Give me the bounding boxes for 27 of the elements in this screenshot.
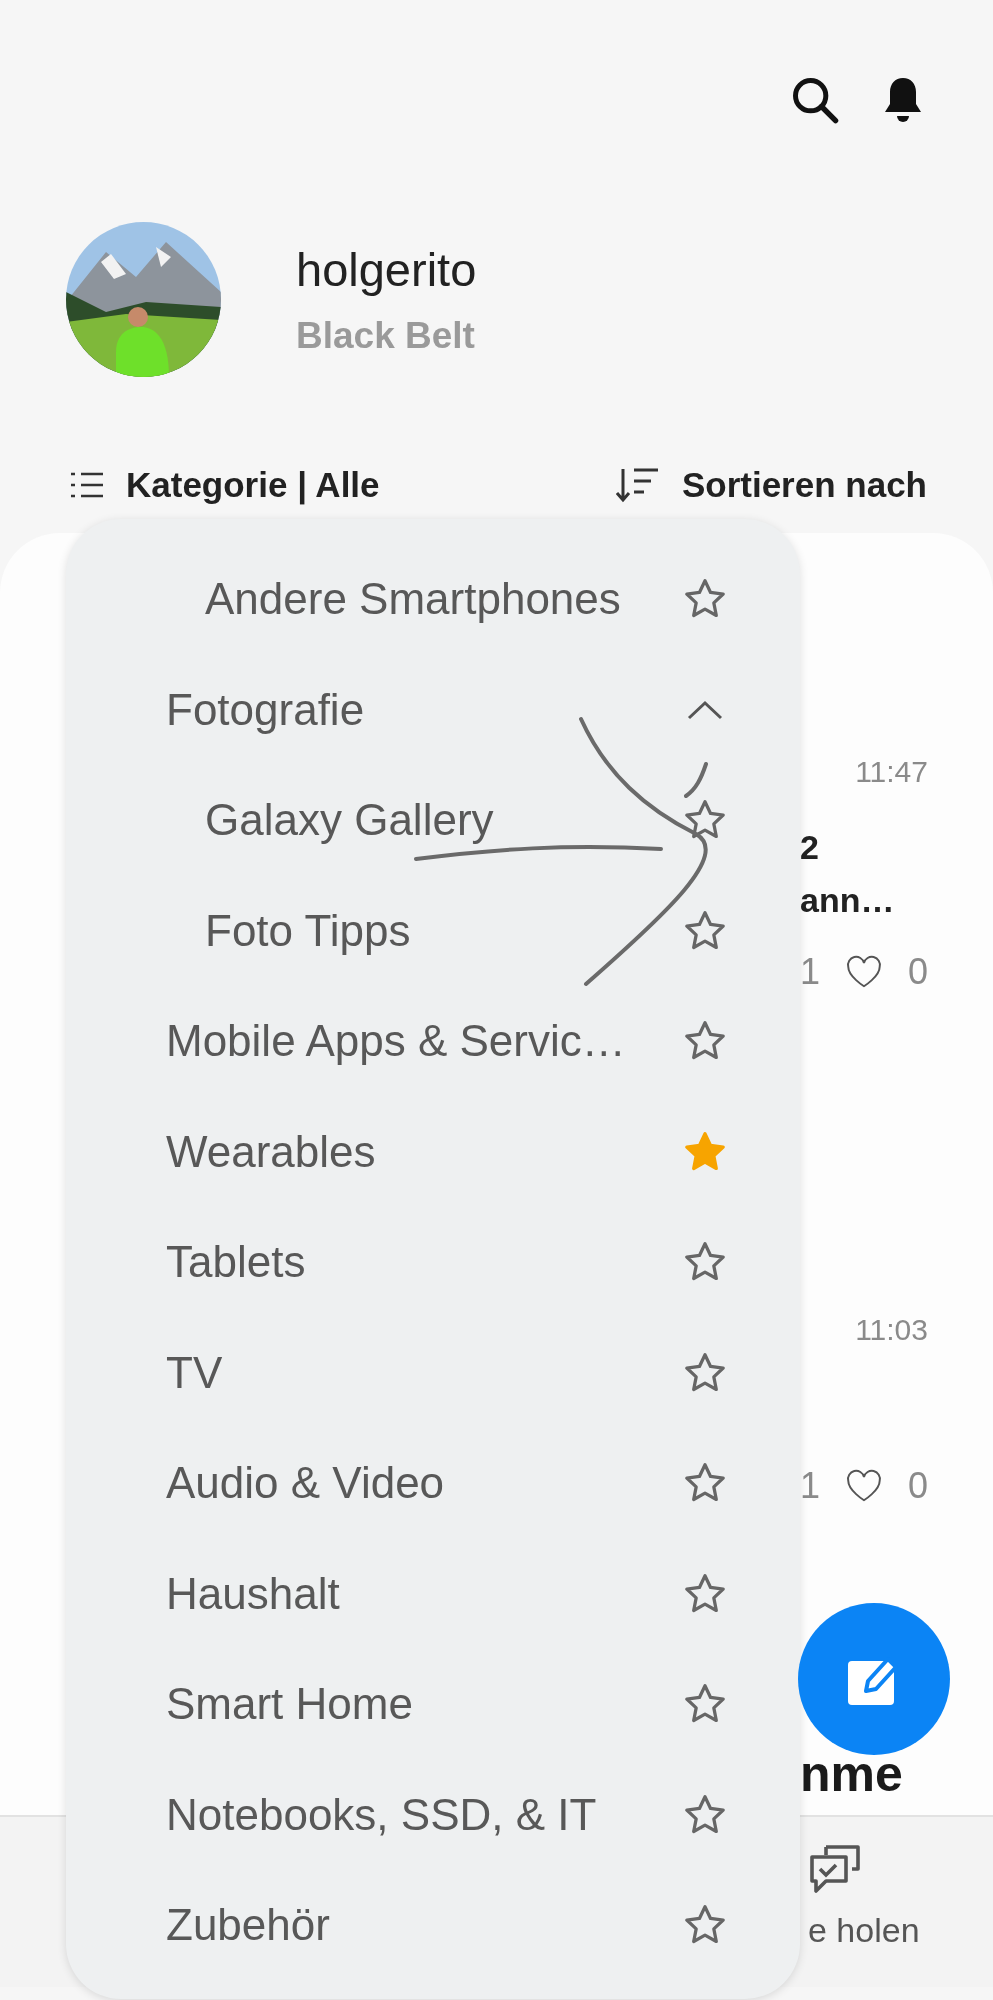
like-count: 0 (907, 950, 928, 993)
post-title: 2 (800, 827, 820, 868)
post-time: 11:47 (854, 755, 928, 789)
category-item[interactable]: Haushalt (166, 1568, 340, 1619)
category-item[interactable]: Notebooks, SSD, & IT (166, 1789, 597, 1840)
section-heading: nme (800, 1745, 904, 1803)
username: holgerito (296, 242, 477, 297)
category-item[interactable]: Foto Tipps (205, 905, 411, 956)
category-item[interactable]: Zubehör (166, 1900, 330, 1951)
category-item[interactable]: Galaxy Gallery (205, 795, 494, 846)
sort-button[interactable]: Sortieren nach (615, 465, 927, 505)
comment-count: 1 (800, 1464, 821, 1507)
nav-label[interactable]: e holen (808, 1911, 920, 1950)
category-filter-button[interactable]: Kategorie | Alle (70, 465, 380, 505)
post-excerpt: ann… (800, 879, 896, 921)
category-item[interactable]: Andere Smartphones (205, 574, 621, 625)
category-item[interactable]: Mobile Apps & Servic… (166, 1016, 626, 1067)
comment-count: 1 (800, 950, 821, 993)
like-count: 0 (907, 1464, 928, 1507)
category-item[interactable]: Wearables (166, 1126, 376, 1177)
category-item[interactable]: Tablets (166, 1237, 306, 1288)
post-time: 11:03 (854, 1312, 928, 1347)
category-item[interactable]: Audio & Video (166, 1458, 445, 1509)
category-group[interactable]: Fotografie (166, 684, 365, 735)
user-rank: Black Belt (296, 315, 476, 357)
category-item[interactable]: Smart Home (166, 1679, 413, 1730)
category-item[interactable]: TV (166, 1347, 223, 1398)
